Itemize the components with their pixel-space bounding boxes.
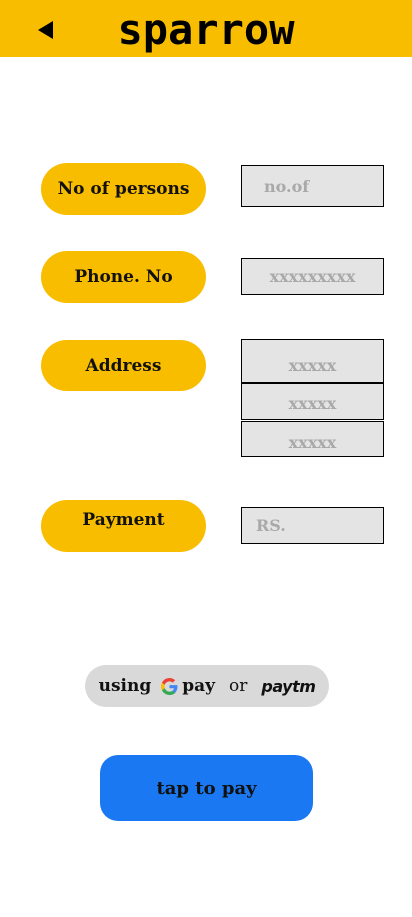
app-title: sparrow: [117, 5, 295, 54]
google-g-icon[interactable]: [161, 677, 178, 695]
persons-label: No of persons: [41, 163, 206, 215]
app-header: sparrow: [0, 0, 412, 57]
payment-amount-input[interactable]: [241, 507, 384, 544]
payment-label: Payment: [41, 500, 206, 552]
phone-input[interactable]: [241, 258, 384, 295]
paytm-logo[interactable]: paytm: [261, 677, 316, 696]
payment-options: using pay or paytm: [85, 665, 329, 707]
using-label: using: [98, 676, 152, 696]
persons-input[interactable]: [241, 165, 384, 207]
tap-to-pay-button[interactable]: tap to pay: [100, 755, 313, 821]
phone-label: Phone. No: [41, 251, 206, 303]
or-separator: or: [229, 676, 248, 696]
address-label: Address: [41, 340, 206, 391]
address-line-2-input[interactable]: [241, 383, 384, 420]
address-line-1-input[interactable]: [241, 339, 384, 383]
gpay-label[interactable]: pay: [182, 676, 215, 696]
address-line-3-input[interactable]: [241, 421, 384, 457]
